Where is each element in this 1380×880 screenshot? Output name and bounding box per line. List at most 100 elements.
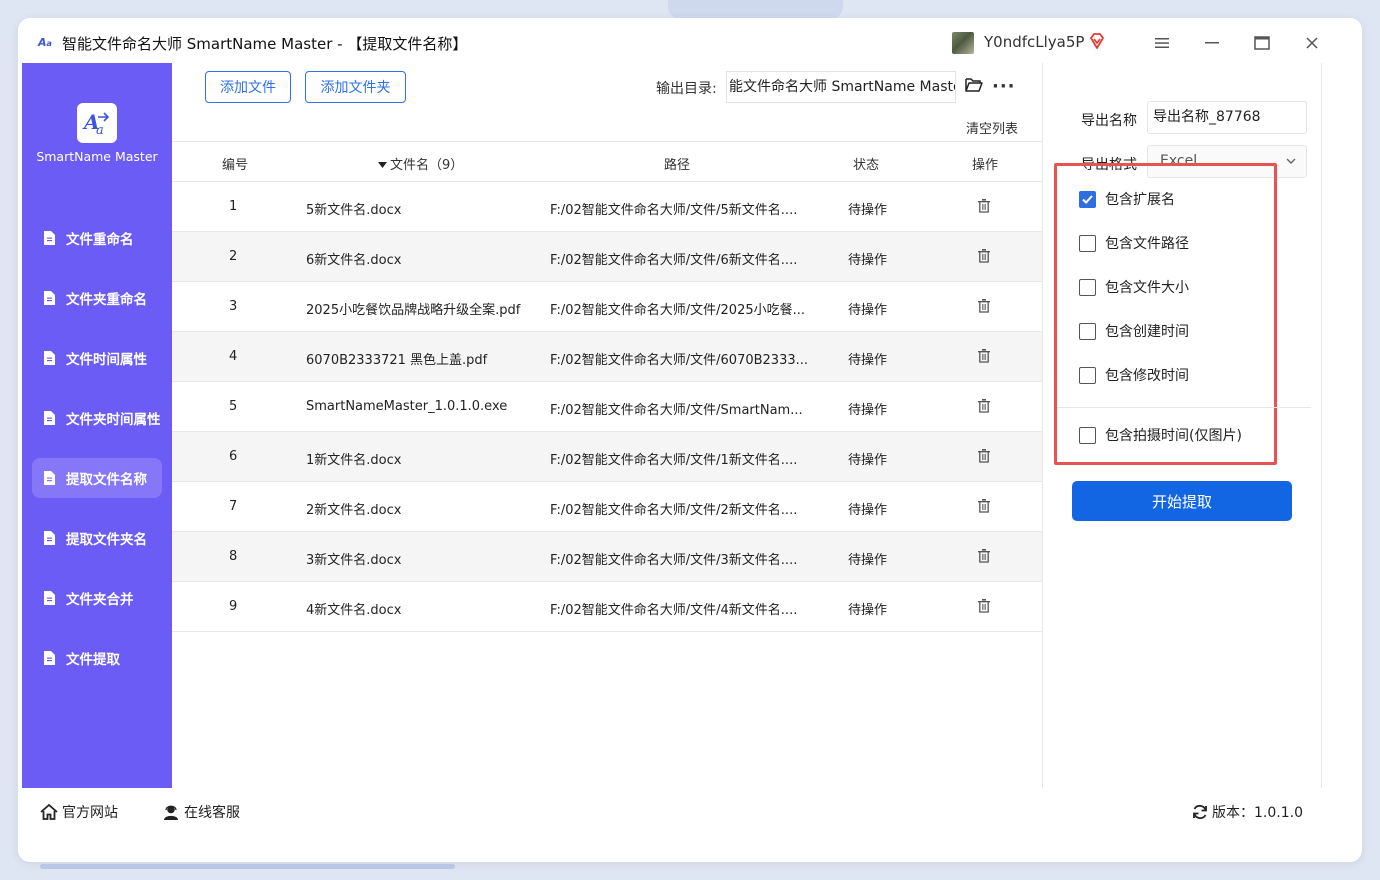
cell-path: F:/02智能文件命名大师/文件/2025小吃餐... [550,303,806,318]
cell-index: 4 [229,349,238,364]
export-name-label: 导出名称 [1081,113,1137,129]
sidebar-item-folder-time[interactable]: 文件夹时间属性 [32,398,162,438]
table-row[interactable]: 4 6070B2333721 黑色上盖.pdf F:/02智能文件命名大师/文件/6… [172,332,1042,382]
option-checkbox-row[interactable]: 包含文件大小 [1079,277,1189,297]
title-bar: Aa 智能文件命名大师 SmartName Master - 【提取文件名称】 … [22,22,1322,64]
trash-icon[interactable] [978,499,990,513]
horizontal-scrollbar[interactable] [40,864,455,869]
table-row[interactable]: 9 4新文件名.docx F:/02智能文件命名大师/文件/4新文件名.... 待操作 [172,582,1042,632]
sidebar-item-extract-filename[interactable]: 提取文件名称 [32,458,162,498]
app-logo-icon: Aa [38,36,52,49]
checkbox-unchecked[interactable] [1079,322,1096,340]
trash-icon[interactable] [978,349,990,363]
trash-icon[interactable] [978,449,990,463]
sidebar-item-file-extract[interactable]: 文件提取 [32,638,162,678]
table-row[interactable]: 3 2025小吃餐饮品牌战略升级全案.pdf F:/02智能文件命名大师/文件/20… [172,282,1042,332]
cell-path: F:/02智能文件命名大师/文件/6070B2333... [550,353,809,368]
version-info[interactable]: 版本：1.0.1.0 [1192,802,1303,822]
cell-status: 待操作 [848,453,888,468]
minimize-button[interactable] [1198,30,1226,56]
checkbox-label: 包含文件大小 [1105,280,1189,296]
add-folder-button[interactable]: 添加文件夹 [305,71,406,103]
vip-diamond-icon[interactable] [1088,32,1106,50]
username[interactable]: Y0ndfcLlya5P [984,33,1084,51]
trash-icon[interactable] [978,299,990,313]
cell-filename: 1新文件名.docx [306,453,402,468]
checkbox-unchecked[interactable] [1079,278,1096,296]
folder-open-icon[interactable] [965,77,983,93]
user-avatar[interactable] [952,32,974,54]
close-button[interactable] [1298,30,1326,56]
cell-status: 待操作 [848,253,888,268]
trash-icon[interactable] [978,249,990,263]
cell-index: 7 [229,499,238,514]
svg-text:a: a [96,123,104,137]
cell-status: 待操作 [848,403,888,418]
more-options-icon[interactable]: ··· [992,76,1016,97]
cell-index: 8 [229,549,238,564]
checkbox-label: 包含修改时间 [1105,368,1189,384]
sidebar-item-label: 文件夹重命名 [66,292,147,308]
option-checkbox-row[interactable]: 包含文件路径 [1079,233,1189,253]
document-icon [44,591,55,605]
cell-index: 2 [229,249,238,264]
table-row[interactable]: 1 5新文件名.docx F:/02智能文件命名大师/文件/5新文件名.... 待操作 [172,182,1042,232]
trash-icon[interactable] [978,599,990,613]
table-header: 编号 文件名（9） 路径 状态 操作 [172,141,1042,182]
sidebar-item-file-rename[interactable]: 文件重命名 [32,218,162,258]
start-extract-button[interactable]: 开始提取 [1072,481,1292,521]
option-checkbox-row[interactable]: 包含扩展名 [1079,189,1175,209]
sidebar-item-folder-rename[interactable]: 文件夹重命名 [32,278,162,318]
sidebar-item-folder-merge[interactable]: 文件夹合并 [32,578,162,618]
website-link[interactable]: 官方网站 [40,802,118,822]
checkbox-unchecked[interactable] [1079,234,1096,252]
table-row[interactable]: 2 6新文件名.docx F:/02智能文件命名大师/文件/6新文件名.... 待操作 [172,232,1042,282]
sidebar-item-file-time[interactable]: 文件时间属性 [32,338,162,378]
maximize-button[interactable] [1248,30,1276,56]
sidebar-item-label: 文件重命名 [66,232,134,248]
support-agent-icon [164,805,178,820]
sidebar-item-extract-foldername[interactable]: 提取文件夹名 [32,518,162,558]
clear-list-button[interactable]: 清空列表 [966,118,1018,137]
close-icon [1306,37,1318,49]
cell-index: 1 [229,199,238,214]
cell-filename: 6070B2333721 黑色上盖.pdf [306,353,488,368]
option-checkbox-row[interactable]: 包含拍摄时间(仅图片) [1079,425,1242,445]
support-link[interactable]: 在线客服 [162,802,240,822]
cell-status: 待操作 [848,553,888,568]
header-name-label: 文件名（9） [390,158,464,173]
output-dir-input[interactable]: 能文件命名大师 SmartName Master [726,71,956,103]
cell-filename: 2新文件名.docx [306,503,402,518]
cell-path: F:/02智能文件命名大师/文件/6新文件名.... [550,253,798,268]
table-row[interactable]: 6 1新文件名.docx F:/02智能文件命名大师/文件/1新文件名.... 待操作 [172,432,1042,482]
menu-button[interactable] [1148,30,1176,56]
refresh-icon [1193,804,1207,820]
table-row[interactable]: 5 SmartNameMaster_1.0.1.0.exe F:/02智能文件命名大… [172,382,1042,432]
checkbox-unchecked[interactable] [1079,426,1096,444]
sidebar-item-label: 文件夹时间属性 [66,412,161,428]
sidebar: A a SmartName Master 文件重命名 文件夹重命名 文件时间属性… [22,63,172,788]
cell-filename: 6新文件名.docx [306,253,402,268]
checkbox-label: 包含拍摄时间(仅图片) [1105,428,1242,444]
sidebar-item-label: 提取文件名称 [66,472,147,488]
table-row[interactable]: 7 2新文件名.docx F:/02智能文件命名大师/文件/2新文件名.... 待操作 [172,482,1042,532]
checkbox-unchecked[interactable] [1079,366,1096,384]
minimize-icon [1205,42,1219,44]
document-icon [44,531,55,545]
option-checkbox-row[interactable]: 包含修改时间 [1079,365,1189,385]
cell-filename: 5新文件名.docx [306,203,402,218]
checkbox-checked[interactable] [1079,190,1096,208]
add-file-button[interactable]: 添加文件 [205,71,291,103]
trash-icon[interactable] [978,399,990,413]
table-row[interactable]: 8 3新文件名.docx F:/02智能文件命名大师/文件/3新文件名.... 待操作 [172,532,1042,582]
document-icon [44,651,55,665]
cell-status: 待操作 [848,353,888,368]
export-name-input[interactable]: 导出名称_87768 [1147,101,1307,134]
header-name[interactable]: 文件名（9） [378,154,463,173]
sidebar-item-label: 文件提取 [66,652,120,668]
sort-desc-icon [378,162,387,168]
option-checkbox-row[interactable]: 包含创建时间 [1079,321,1189,341]
trash-icon[interactable] [978,199,990,213]
sidebar-item-label: 文件时间属性 [66,352,147,368]
trash-icon[interactable] [978,549,990,563]
